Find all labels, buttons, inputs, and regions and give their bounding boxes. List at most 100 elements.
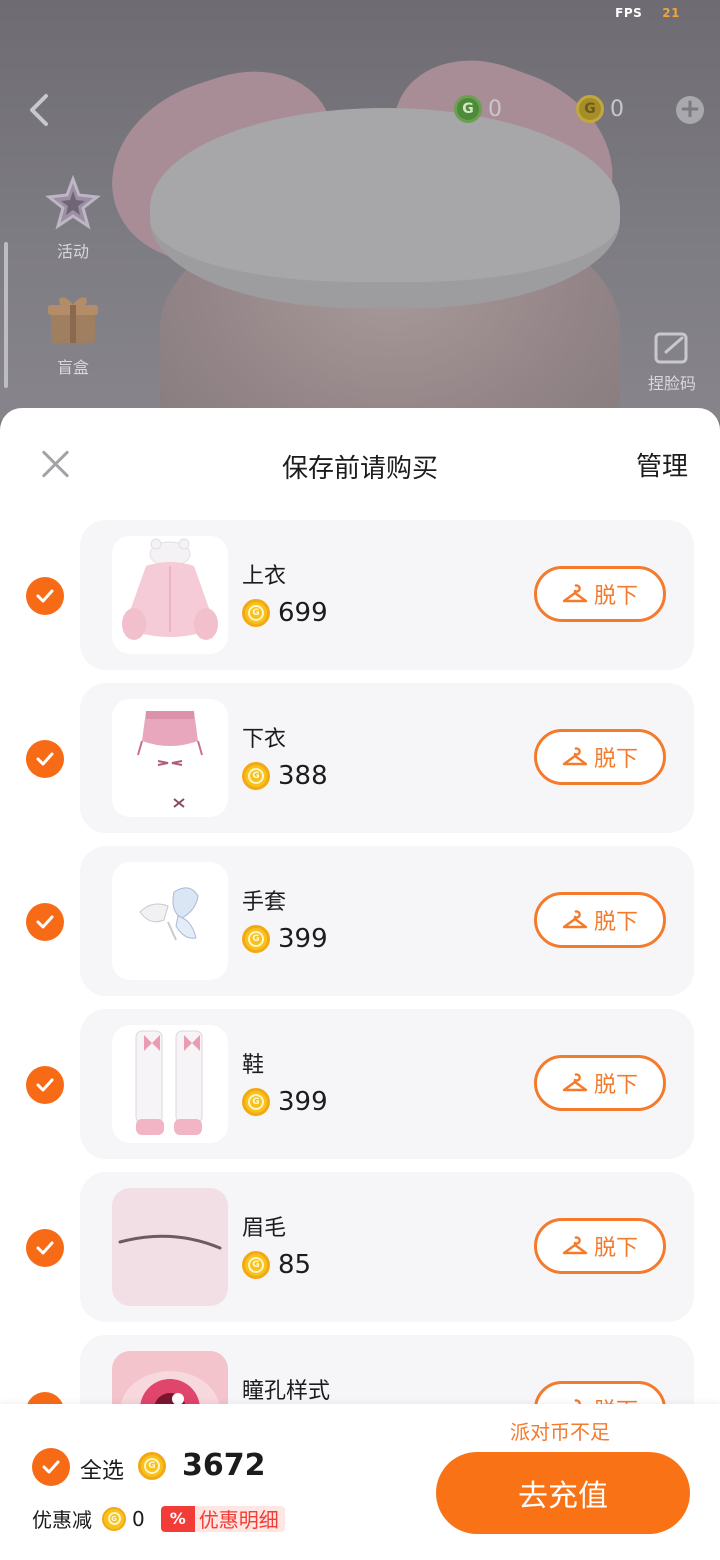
chevron-left-icon: [30, 94, 48, 126]
checkmark-icon: [36, 589, 54, 603]
item-checkbox[interactable]: [26, 577, 64, 615]
item-name: 手套: [242, 890, 287, 915]
take-off-button[interactable]: 脱下: [534, 1218, 666, 1274]
item-checkbox[interactable]: [26, 1229, 64, 1267]
list-item: 上衣 G 699 脱下: [0, 520, 720, 683]
item-thumbnail-top: [112, 536, 228, 654]
hanger-icon: [562, 1073, 588, 1092]
item-price: G 399: [242, 1087, 328, 1117]
hanger-icon: [562, 584, 588, 603]
item-list: 上衣 G 699 脱下 下衣 G 388 脱下 手套 G 399 脱下 鞋 G …: [0, 520, 720, 1498]
coin-icon: G: [242, 925, 270, 953]
total-price: G 3672: [138, 1448, 266, 1483]
gold-currency[interactable]: G 0: [576, 92, 624, 126]
item-name: 眉毛: [242, 1216, 287, 1241]
list-item: 鞋 G 399 脱下: [0, 1009, 720, 1172]
coin-icon: G: [242, 1251, 270, 1279]
take-off-label: 脱下: [593, 1236, 638, 1261]
side-item-blindbox-label: 盲盒: [56, 358, 89, 377]
item-price: G 399: [242, 924, 328, 954]
item-price-value: 399: [278, 1087, 328, 1117]
select-all-checkbox[interactable]: [32, 1448, 70, 1486]
take-off-button[interactable]: 脱下: [534, 729, 666, 785]
item-price-value: 85: [278, 1250, 312, 1280]
take-off-label: 脱下: [593, 747, 638, 772]
item-name: 下衣: [242, 727, 287, 752]
hanger-icon: [562, 1236, 588, 1255]
plus-icon: +: [679, 94, 701, 124]
scrollbar[interactable]: [4, 242, 8, 388]
fps-label: FPS: [615, 6, 643, 20]
checkmark-icon: [36, 1241, 54, 1255]
gift-box-icon: [42, 288, 104, 350]
fps-counter: FPS 21: [615, 6, 680, 20]
item-price: G 699: [242, 598, 328, 628]
item-price-value: 388: [278, 761, 328, 791]
item-card[interactable]: 上衣 G 699 脱下: [80, 520, 694, 670]
checkmark-icon: [36, 752, 54, 766]
side-item-blindbox[interactable]: 盲盒: [38, 288, 108, 378]
item-price-value: 699: [278, 598, 328, 628]
green-currency[interactable]: G 0: [454, 92, 502, 126]
back-button[interactable]: [26, 92, 52, 128]
item-thumbnail-shoes: [112, 1025, 228, 1143]
face-code-label: 捏脸码: [647, 374, 696, 393]
face-code-button[interactable]: 捏脸码: [642, 330, 702, 394]
total-price-value: 3672: [182, 1448, 266, 1483]
item-thumbnail-eyebrows: [112, 1188, 228, 1306]
coin-icon: G: [242, 599, 270, 627]
item-thumbnail-gloves: [112, 862, 228, 980]
sheet-title: 保存前请购买: [281, 454, 438, 484]
recharge-button[interactable]: 去充值: [436, 1452, 690, 1534]
item-checkbox[interactable]: [26, 1066, 64, 1104]
checkmark-icon: [36, 1078, 54, 1092]
purchase-sheet: 保存前请购买 管理 上衣 G 699 脱下 下衣 G 388 脱下 手套 G 3…: [0, 408, 720, 1560]
item-name: 上衣: [242, 564, 287, 589]
discount-row: 优惠减 G 0 % 优惠明细: [32, 1504, 285, 1533]
coin-icon: G: [138, 1451, 166, 1480]
checkmark-icon: [42, 1460, 60, 1474]
item-card[interactable]: 眉毛 G 85 脱下: [80, 1172, 694, 1322]
manage-button[interactable]: 管理: [636, 446, 688, 483]
take-off-label: 脱下: [593, 584, 638, 609]
discount-value: 0: [132, 1506, 145, 1531]
coin-icon: G: [242, 1088, 270, 1116]
gold-currency-value: 0: [610, 96, 624, 122]
hanger-icon: [562, 910, 588, 929]
discount-detail-label: 优惠明细: [198, 1508, 279, 1532]
add-currency-button[interactable]: +: [676, 96, 704, 124]
item-card[interactable]: 手套 G 399 脱下: [80, 846, 694, 996]
list-item: 眉毛 G 85 脱下: [0, 1172, 720, 1335]
green-currency-value: 0: [488, 96, 502, 122]
item-checkbox[interactable]: [26, 740, 64, 778]
discount-label: 优惠减: [32, 1508, 92, 1532]
side-item-event-label: 活动: [56, 242, 89, 261]
item-checkbox[interactable]: [26, 903, 64, 941]
item-name: 瞳孔样式: [242, 1379, 331, 1404]
hanger-icon: [562, 747, 588, 766]
discount-detail-button[interactable]: % 优惠明细: [160, 1505, 285, 1532]
checkmark-icon: [36, 915, 54, 929]
insufficient-funds-notice: 派对币不足: [510, 1420, 610, 1444]
side-item-event[interactable]: 活动: [38, 172, 108, 262]
face-code-icon: [654, 332, 688, 364]
item-price-value: 399: [278, 924, 328, 954]
star-event-icon: [42, 172, 104, 234]
purchase-footer: 全选 G 3672 优惠减 G 0 % 优惠明细 派对币不足 去充值: [0, 1404, 720, 1560]
item-card[interactable]: 鞋 G 399 脱下: [80, 1009, 694, 1159]
game-scene-background: [0, 0, 720, 420]
item-price: G 388: [242, 761, 328, 791]
list-item: 下衣 G 388 脱下: [0, 683, 720, 846]
item-name: 鞋: [242, 1053, 265, 1078]
select-all-label[interactable]: 全选: [80, 1453, 124, 1485]
fps-value: 21: [662, 6, 680, 20]
percent-icon: %: [160, 1505, 195, 1532]
item-card[interactable]: 下衣 G 388 脱下: [80, 683, 694, 833]
gold-coin-icon: G: [576, 95, 604, 123]
item-price: G 85: [242, 1250, 311, 1280]
coin-icon: G: [242, 762, 270, 790]
take-off-button[interactable]: 脱下: [534, 566, 666, 622]
take-off-button[interactable]: 脱下: [534, 1055, 666, 1111]
take-off-button[interactable]: 脱下: [534, 892, 666, 948]
character-hat: [150, 108, 620, 308]
